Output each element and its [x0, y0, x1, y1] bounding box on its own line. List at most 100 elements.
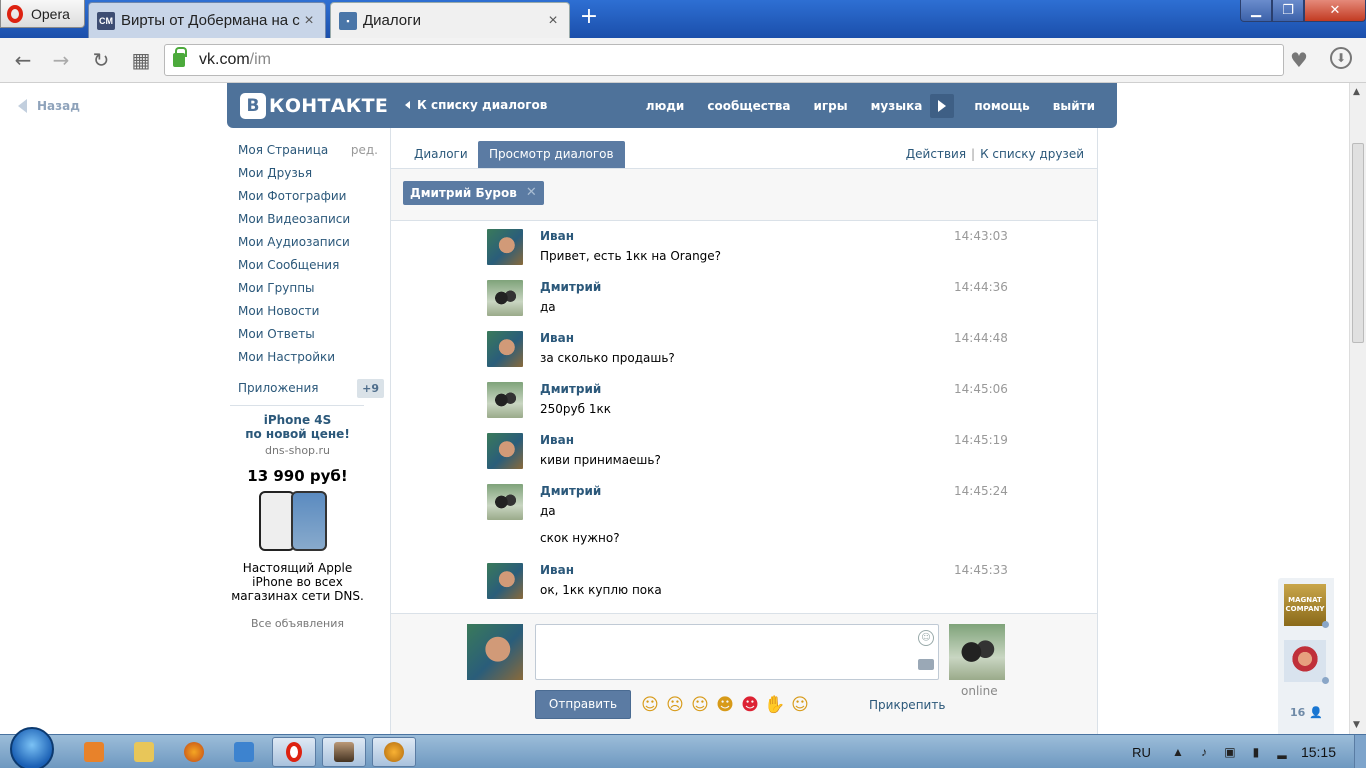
left-menu-item-apps[interactable]: Приложения +9 — [238, 376, 388, 400]
scroll-down-icon[interactable]: ▼ — [1353, 720, 1360, 730]
taskbar-half-life[interactable] — [372, 737, 416, 767]
top-menu-games[interactable]: игры — [814, 99, 848, 113]
new-tab-button[interactable]: + — [578, 6, 600, 28]
left-menu-item-settings[interactable]: Мои Настройки — [238, 345, 388, 368]
friend-avatar-magnat[interactable]: MAGNAT COMPANY — [1284, 584, 1326, 626]
message-author[interactable]: Дмитрий — [540, 382, 601, 396]
emoji-relieved-icon[interactable]: ☺ — [689, 694, 711, 716]
left-menu-item-videos[interactable]: Мои Видеозаписи — [238, 207, 388, 230]
left-menu-item-news[interactable]: Мои Новости — [238, 299, 388, 322]
browser-tab-virty[interactable]: CM Вирты от Добермана на с × — [88, 2, 326, 38]
language-indicator[interactable]: RU — [1132, 745, 1151, 760]
show-desktop-button[interactable] — [1354, 735, 1366, 768]
avatar[interactable] — [487, 280, 523, 316]
tab-close-icon[interactable]: × — [545, 12, 561, 30]
stash-heart-icon[interactable]: ♥ — [1290, 48, 1308, 72]
taskbar-opera[interactable] — [272, 737, 316, 767]
all-ads-link[interactable]: Все объявления — [230, 617, 365, 630]
volume-icon[interactable]: ♪ — [1197, 745, 1211, 759]
left-menu-item-friends[interactable]: Мои Друзья — [238, 161, 388, 184]
reload-icon[interactable]: ↻ — [90, 50, 112, 72]
tab-close-icon[interactable]: × — [301, 12, 317, 30]
top-menu-help[interactable]: помощь — [974, 99, 1029, 113]
tab-dialogs[interactable]: Диалоги — [403, 141, 479, 168]
emoji-smirk-icon[interactable]: ☻ — [714, 694, 736, 716]
message-author[interactable]: Дмитрий — [540, 280, 601, 294]
avatar[interactable] — [487, 484, 523, 520]
emoji-angry-icon[interactable]: ☻ — [739, 694, 761, 716]
actions-link[interactable]: Действия — [906, 147, 966, 161]
message-author[interactable]: Иван — [540, 229, 574, 243]
left-menu-item-photos[interactable]: Мои Фотографии — [238, 184, 388, 207]
message-author[interactable]: Иван — [540, 331, 574, 345]
forward-arrow-icon[interactable]: → — [50, 50, 72, 72]
avatar[interactable] — [487, 563, 523, 599]
remove-peer-icon[interactable]: ✕ — [526, 181, 537, 205]
vk-logo[interactable]: В КОНТАКТЕ — [240, 93, 388, 119]
smiley-icon[interactable]: ☺ — [918, 630, 934, 646]
show-hidden-icons-icon[interactable]: ▲ — [1171, 745, 1185, 759]
avatar[interactable] — [487, 331, 523, 367]
opera-menu-button[interactable]: Opera — [0, 0, 85, 28]
ad-headline-2[interactable]: по новой цене! — [230, 427, 365, 441]
top-menu-communities[interactable]: сообщества — [707, 99, 790, 113]
back-to-dialogs-link[interactable]: К списку диалогов — [405, 98, 547, 112]
peer-chip[interactable]: Дмитрий Буров ✕ — [403, 181, 544, 205]
emoji-smile-icon[interactable]: ☺ — [639, 694, 661, 716]
send-button[interactable]: Отправить — [535, 690, 631, 719]
maximize-button[interactable]: ❐ — [1272, 0, 1304, 22]
taskbar-firefox[interactable] — [172, 737, 216, 767]
friends-count[interactable]: 16 👤 — [1290, 706, 1323, 719]
taskbar-app[interactable] — [322, 737, 366, 767]
taskbar-explorer[interactable] — [122, 737, 166, 767]
emoji-neutral-icon[interactable]: ☹ — [664, 694, 686, 716]
message-author[interactable]: Дмитрий — [540, 484, 601, 498]
left-menu-item-answers[interactable]: Мои Ответы — [238, 322, 388, 345]
browser-tab-dialogs[interactable]: ▪ Диалоги × — [330, 2, 570, 38]
taskbar-media-player[interactable] — [72, 737, 116, 767]
attach-link[interactable]: Прикрепить — [869, 698, 945, 712]
friends-list-link[interactable]: К списку друзей — [980, 147, 1084, 161]
download-icon[interactable]: ⬇ — [1330, 47, 1352, 69]
signal-icon[interactable]: ▂ — [1275, 745, 1289, 759]
power-icon[interactable]: ▮ — [1249, 745, 1263, 759]
close-window-button[interactable]: ✕ — [1304, 0, 1366, 22]
address-bar[interactable]: vk.com/im — [164, 44, 1284, 76]
speed-dial-icon[interactable]: ▦ — [130, 50, 152, 72]
back-link[interactable]: Назад — [18, 99, 80, 113]
avatar[interactable] — [487, 229, 523, 265]
peer-avatar[interactable] — [949, 624, 1005, 680]
clock[interactable]: 15:15 — [1301, 744, 1336, 760]
message-input[interactable]: ☺ — [535, 624, 939, 680]
taskbar-mail[interactable] — [222, 737, 266, 767]
message-author[interactable]: Иван — [540, 433, 574, 447]
minimize-button[interactable]: ▁ — [1240, 0, 1272, 22]
top-menu-people[interactable]: люди — [646, 99, 685, 113]
ad-headline-1[interactable]: iPhone 4S — [230, 413, 365, 427]
scroll-thumb[interactable] — [1352, 143, 1364, 343]
left-menu-item-audio[interactable]: Мои Аудиозаписи — [238, 230, 388, 253]
left-menu-item-messages[interactable]: Мои Сообщения — [238, 253, 388, 276]
avatar[interactable] — [487, 433, 523, 469]
audio-play-button[interactable] — [930, 93, 955, 118]
left-menu-item-groups[interactable]: Мои Группы — [238, 276, 388, 299]
friend-avatar[interactable] — [1284, 640, 1326, 682]
back-arrow-icon[interactable]: ← — [12, 50, 34, 72]
edit-link[interactable]: ред. — [351, 143, 378, 157]
tab-view-dialogs[interactable]: Просмотр диалогов — [478, 141, 625, 168]
start-button[interactable] — [10, 727, 54, 768]
scroll-up-icon[interactable]: ▲ — [1353, 87, 1360, 97]
message-author[interactable]: Иван — [540, 563, 574, 577]
left-menu-item-my-page[interactable]: Моя Страница ред. — [238, 138, 388, 161]
emoji-laugh-icon[interactable]: ☺ — [789, 694, 811, 716]
ad-phone-image[interactable] — [253, 489, 343, 553]
camera-icon[interactable] — [918, 659, 934, 670]
ad-block[interactable]: iPhone 4S по новой цене! dns-shop.ru 13 … — [230, 413, 365, 630]
emoji-thumbs-up-icon[interactable]: ✋ — [764, 694, 786, 716]
network-icon[interactable]: ▣ — [1223, 745, 1237, 759]
top-menu-music[interactable]: музыка — [871, 99, 923, 113]
top-menu-logout[interactable]: выйти — [1053, 99, 1095, 113]
avatar[interactable] — [487, 382, 523, 418]
page-scrollbar[interactable]: ▲ ▼ — [1349, 83, 1366, 734]
my-avatar[interactable] — [467, 624, 523, 680]
